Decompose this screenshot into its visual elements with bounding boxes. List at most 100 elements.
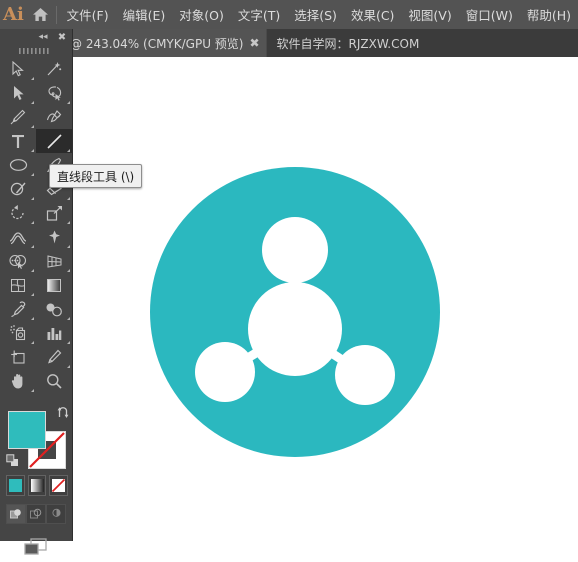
blend-tool[interactable] (36, 297, 72, 321)
column-graph-tool[interactable] (36, 321, 72, 345)
tool-tooltip: 直线段工具 (\) (49, 164, 143, 188)
document-canvas[interactable] (0, 57, 578, 548)
fill-stroke-controls (6, 406, 69, 469)
draw-inside-button[interactable] (46, 504, 66, 524)
tool-row (0, 321, 72, 345)
tool-flyout-indicator (31, 101, 34, 104)
document-tab-inactive[interactable]: 软件自学网：RJZXW.COM (265, 29, 430, 57)
tool-flyout-indicator (31, 173, 34, 176)
tool-list (0, 57, 72, 393)
tool-flyout-indicator (67, 245, 70, 248)
panel-drag-grip[interactable] (0, 45, 72, 57)
document-tab-active[interactable]: @ 243.04% (CMYK/GPU 预览) ✖ (62, 29, 266, 57)
symbol-sprayer-tool[interactable] (0, 321, 36, 345)
node-top (262, 217, 328, 283)
menu-window[interactable]: 窗口(W) (459, 0, 520, 29)
tool-flyout-indicator (67, 269, 70, 272)
default-fill-stroke-icon[interactable] (6, 453, 20, 467)
tool-row (0, 57, 72, 81)
document-tab-title: @ 243.04% (CMYK/GPU 预览) (70, 36, 244, 51)
tool-row (0, 201, 72, 225)
shape-builder-tool[interactable] (0, 249, 36, 273)
tools-panel: ◂◂ ✖ (0, 29, 73, 555)
magic-wand-tool[interactable] (36, 57, 72, 81)
selection-tool[interactable] (0, 57, 36, 81)
tool-flyout-indicator (31, 221, 34, 224)
illustrator-logo: Ai (3, 4, 24, 25)
tool-row (0, 105, 72, 129)
tool-flyout-indicator (31, 341, 34, 344)
document-tab-title: 软件自学网：RJZXW.COM (276, 36, 420, 51)
tool-flyout-indicator (67, 221, 70, 224)
zoom-tool[interactable] (36, 369, 72, 393)
tool-flyout-indicator (31, 293, 34, 296)
menu-divider (55, 5, 57, 24)
none-mode-button[interactable] (49, 475, 69, 496)
tool-flyout-indicator (67, 317, 70, 320)
scale-tool[interactable] (36, 201, 72, 225)
tool-row (0, 249, 72, 273)
change-screen-mode-button[interactable] (0, 532, 72, 562)
hand-tool[interactable] (0, 369, 36, 393)
mesh-tool[interactable] (0, 273, 36, 297)
node-bottom-left (195, 342, 255, 402)
tool-flyout-indicator (31, 149, 34, 152)
tool-flyout-indicator (67, 149, 70, 152)
width-tool[interactable] (0, 225, 36, 249)
menu-view[interactable]: 视图(V) (401, 0, 458, 29)
tool-row (0, 225, 72, 249)
menu-type[interactable]: 文字(T) (231, 0, 287, 29)
tool-row (0, 345, 72, 369)
perspective-grid-tool[interactable] (36, 249, 72, 273)
artboard-tool[interactable] (0, 345, 36, 369)
menu-help[interactable]: 帮助(H) (520, 0, 578, 29)
pen-tool[interactable] (0, 105, 36, 129)
eyedropper-tool[interactable] (0, 297, 36, 321)
close-icon[interactable]: ✖ (244, 29, 266, 57)
menu-edit[interactable]: 编辑(E) (116, 0, 173, 29)
draw-normal-button[interactable] (6, 504, 26, 524)
draw-mode-buttons (6, 504, 68, 524)
lasso-tool[interactable] (36, 81, 72, 105)
tool-flyout-indicator (31, 269, 34, 272)
tool-flyout-indicator (67, 341, 70, 344)
slice-tool[interactable] (36, 345, 72, 369)
tool-row (0, 129, 72, 153)
collapse-panel-icon[interactable]: ◂◂ (34, 29, 52, 45)
curvature-tool[interactable] (36, 105, 72, 129)
swap-fill-stroke-icon[interactable] (55, 406, 69, 420)
tool-flyout-indicator (67, 365, 70, 368)
menu-bar: Ai 文件(F) 编辑(E) 对象(O) 文字(T) 选择(S) 效果(C) 视… (0, 0, 578, 29)
color-mode-button[interactable] (6, 475, 25, 496)
menu-object[interactable]: 对象(O) (172, 0, 231, 29)
gradient-mode-button[interactable] (27, 475, 47, 496)
tool-row (0, 81, 72, 105)
free-transform-tool[interactable] (36, 225, 72, 249)
menu-select[interactable]: 选择(S) (287, 0, 344, 29)
gradient-tool[interactable] (36, 273, 72, 297)
tool-flyout-indicator (31, 125, 34, 128)
type-tool[interactable] (0, 129, 36, 153)
tool-row (0, 297, 72, 321)
color-mode-buttons (6, 475, 69, 497)
molecule-icon[interactable] (150, 167, 440, 457)
ellipse-tool[interactable] (0, 153, 36, 177)
draw-behind-button[interactable] (26, 504, 46, 524)
direct-selection-tool[interactable] (0, 81, 36, 105)
close-icon[interactable]: ✖ (52, 29, 72, 45)
shaper-tool[interactable] (0, 177, 36, 201)
tool-flyout-indicator (31, 245, 34, 248)
tool-flyout-indicator (31, 77, 34, 80)
menu-effect[interactable]: 效果(C) (344, 0, 401, 29)
tool-row (0, 273, 72, 297)
line-segment-tool[interactable] (36, 129, 72, 153)
tool-flyout-indicator (31, 389, 34, 392)
home-icon[interactable] (27, 0, 54, 29)
node-bottom-right (335, 345, 395, 405)
tool-flyout-indicator (67, 197, 70, 200)
fill-swatch[interactable] (8, 411, 46, 449)
menu-file[interactable]: 文件(F) (60, 0, 116, 29)
rotate-tool[interactable] (0, 201, 36, 225)
tool-flyout-indicator (67, 101, 70, 104)
tool-flyout-indicator (31, 317, 34, 320)
